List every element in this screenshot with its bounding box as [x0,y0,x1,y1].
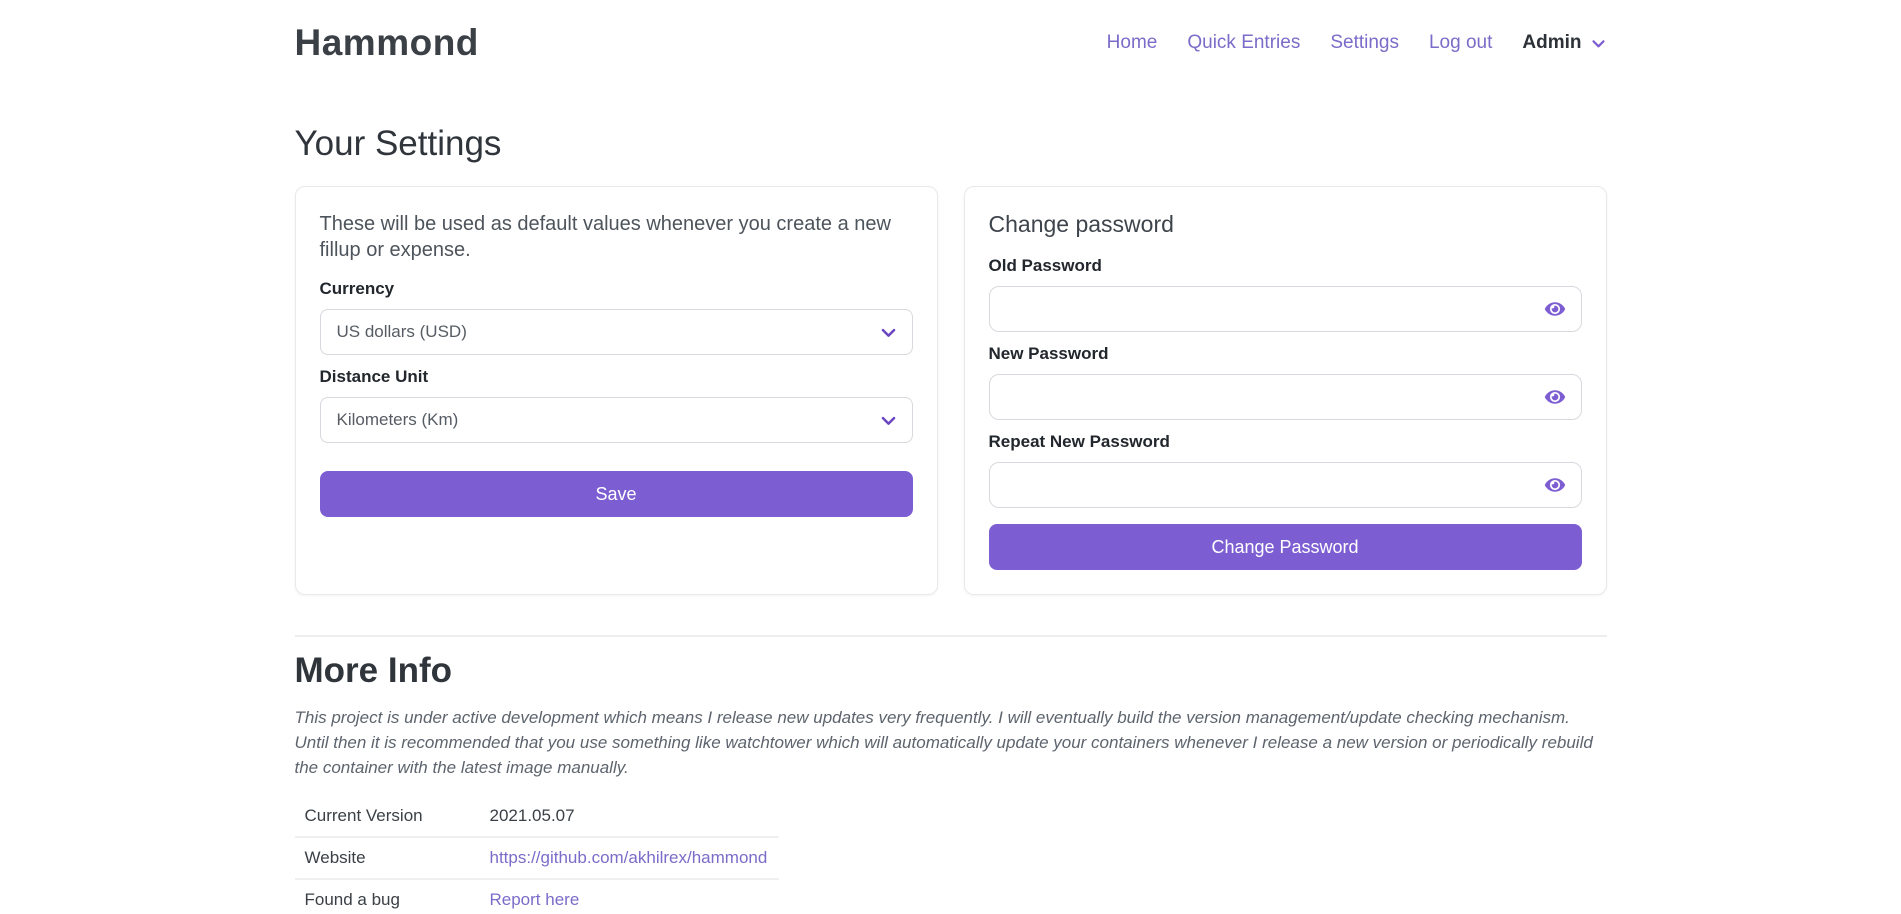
more-info-title: More Info [295,651,1607,691]
currency-label: Currency [320,279,913,299]
distance-unit-label: Distance Unit [320,367,913,387]
repeat-new-password-input[interactable] [989,462,1582,508]
admin-label: Admin [1522,32,1581,54]
row-label: Website [305,847,490,869]
old-password-input[interactable] [989,286,1582,332]
toggle-old-password-visibility-button[interactable] [1544,300,1566,318]
currency-selected-value: US dollars (USD) [337,322,467,342]
page-title: Your Settings [295,124,1607,164]
website-link[interactable]: https://github.com/akhilrex/hammond [490,847,768,869]
new-password-label: New Password [989,344,1582,364]
info-table: Current Version 2021.05.07 Website https… [295,796,779,914]
eye-icon [1544,300,1566,318]
current-version-value: 2021.05.07 [490,805,575,827]
table-row-website: Website https://github.com/akhilrex/hamm… [295,838,779,880]
nav-link-quick-entries[interactable]: Quick Entries [1187,32,1300,54]
chevron-down-icon [879,323,898,342]
nav-link-home[interactable]: Home [1107,32,1158,54]
admin-dropdown[interactable]: Admin [1522,32,1606,54]
chevron-down-icon [879,411,898,430]
table-row-current-version: Current Version 2021.05.07 [295,796,779,838]
defaults-description: These will be used as default values whe… [320,211,913,263]
toggle-new-password-visibility-button[interactable] [1544,388,1566,406]
chevron-down-icon [1590,35,1607,52]
eye-icon [1544,476,1566,494]
settings-page: Your Settings These will be used as defa… [295,124,1607,914]
currency-select[interactable]: US dollars (USD) [320,309,913,355]
brand-logo[interactable]: Hammond [295,22,479,64]
row-label: Current Version [305,805,490,827]
distance-unit-selected-value: Kilometers (Km) [337,410,459,430]
row-label: Found a bug [305,889,490,911]
old-password-label: Old Password [989,256,1582,276]
eye-icon [1544,388,1566,406]
change-password-card: Change password Old Password New Passwor… [964,186,1607,595]
nav-link-logout[interactable]: Log out [1429,32,1492,54]
new-password-input[interactable] [989,374,1582,420]
repeat-new-password-label: Repeat New Password [989,432,1582,452]
change-password-title: Change password [989,211,1582,238]
main-nav: Home Quick Entries Settings Log out Admi… [1107,32,1607,54]
distance-unit-select[interactable]: Kilometers (Km) [320,397,913,443]
table-row-found-a-bug: Found a bug Report here [295,880,779,914]
toggle-repeat-password-visibility-button[interactable] [1544,476,1566,494]
save-button[interactable]: Save [320,471,913,517]
defaults-card: These will be used as default values whe… [295,186,938,595]
development-note: This project is under active development… [295,705,1607,780]
report-bug-link[interactable]: Report here [490,889,580,911]
section-divider [295,635,1607,637]
app-header: Hammond Home Quick Entries Settings Log … [295,0,1607,70]
change-password-button[interactable]: Change Password [989,524,1582,570]
more-info-section: More Info This project is under active d… [295,651,1607,914]
nav-link-settings[interactable]: Settings [1330,32,1399,54]
